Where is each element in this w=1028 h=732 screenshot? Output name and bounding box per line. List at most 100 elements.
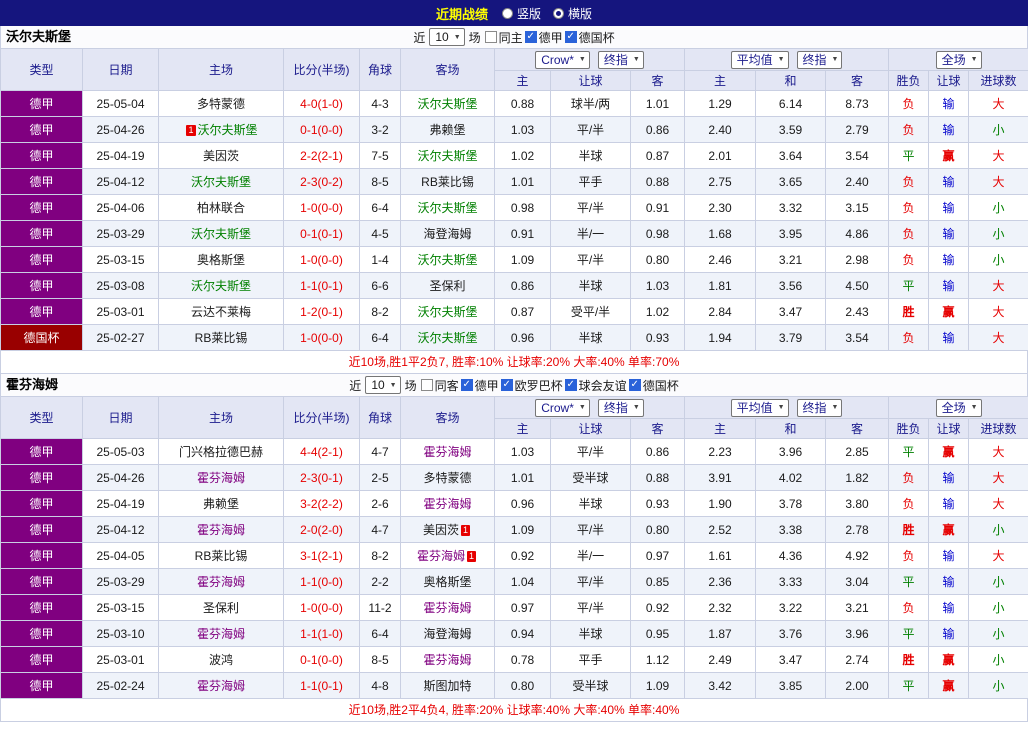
match-row: 德甲 25-04-26 霍芬海姆 2-3(0-1) 2-5 多特蒙德 1.01 受半球 0.88…	[0, 464, 1028, 491]
odds-stage-value: 终指	[603, 53, 628, 67]
team-name[interactable]: 沃尔夫斯堡	[417, 305, 477, 319]
handicap-result: 赢	[928, 438, 970, 465]
avg-select[interactable]: 平均值 ▼	[730, 398, 789, 417]
match-date: 25-03-29	[82, 568, 159, 595]
col-avg-draw: 和	[755, 70, 827, 91]
games-label: 场	[404, 378, 417, 393]
chevron-down-icon: ▼	[389, 381, 397, 389]
avg-value: 平均值	[736, 53, 773, 67]
odds-stage-select[interactable]: 终指 ▼	[597, 50, 644, 69]
team-name[interactable]: 斯图加特	[423, 679, 471, 693]
team-name[interactable]: 多特蒙德	[197, 97, 245, 111]
filter-checkbox[interactable]: 欧罗巴杯	[500, 377, 563, 394]
bookmaker-select[interactable]: Crow* ▼	[535, 398, 590, 417]
team-name[interactable]: 沃尔夫斯堡	[417, 331, 477, 345]
team-name[interactable]: 霍芬海姆	[197, 627, 245, 641]
checkbox-checked-icon[interactable]	[524, 31, 537, 43]
team-name[interactable]: 霍芬海姆	[197, 523, 245, 537]
team-name[interactable]: 霍芬海姆	[423, 445, 471, 459]
team-name[interactable]: 美因茨	[203, 149, 239, 163]
bookmaker-select[interactable]: Crow* ▼	[535, 50, 590, 69]
filter-checkbox[interactable]: 球会友谊	[564, 377, 627, 394]
version-radio-selected[interactable]: 横版	[553, 5, 592, 22]
team-name[interactable]: 霍芬海姆	[423, 497, 471, 511]
checkbox-checked-icon[interactable]	[564, 31, 577, 43]
match-row: 德甲 25-03-15 奥格斯堡 1-0(0-0) 1-4 沃尔夫斯堡 1.09 平/半 0.8…	[0, 246, 1028, 273]
team-name[interactable]: 沃尔夫斯堡	[417, 149, 477, 163]
filter-checkbox-label: 同客	[434, 378, 459, 393]
avg-away-odds: 3.21	[825, 594, 890, 621]
avg-select[interactable]: 平均值 ▼	[730, 50, 789, 69]
odds-away: 0.95	[629, 620, 686, 647]
avg-stage-select[interactable]: 终指 ▼	[796, 50, 843, 69]
odds-stage-select[interactable]: 终指 ▼	[597, 398, 644, 417]
avg-stage-select[interactable]: 终指 ▼	[796, 398, 843, 417]
team-name[interactable]: 奥格斯堡	[197, 253, 245, 267]
scope-select[interactable]: 全场 ▼	[935, 50, 982, 69]
checkbox-checked-icon[interactable]	[564, 379, 577, 391]
match-score: 2-0(2-0)	[283, 516, 360, 543]
team-name[interactable]: 圣保利	[203, 601, 239, 615]
team-name[interactable]: 霍芬海姆	[417, 549, 465, 563]
team-name[interactable]: 海登海姆	[423, 227, 471, 241]
filter-checkbox[interactable]: 同客	[420, 377, 459, 394]
corner-score: 8-5	[359, 646, 401, 673]
avg-home-odds: 1.29	[684, 90, 757, 117]
match-score: 2-3(0-2)	[283, 168, 360, 195]
team-name[interactable]: RB莱比锡	[195, 549, 248, 563]
team-name[interactable]: 霍芬海姆	[197, 679, 245, 693]
team-name[interactable]: 美因茨	[423, 523, 459, 537]
team-name[interactable]: 沃尔夫斯堡	[417, 201, 477, 215]
team-name[interactable]: 弗赖堡	[203, 497, 239, 511]
goals-result: 小	[968, 516, 1028, 543]
checkbox-checked-icon[interactable]	[628, 379, 641, 391]
handicap: 半球	[550, 490, 631, 517]
checkbox-checked-icon[interactable]	[500, 379, 513, 391]
team-name[interactable]: 沃尔夫斯堡	[191, 227, 251, 241]
team-name[interactable]: 柏林联合	[197, 201, 245, 215]
checkbox-unchecked-icon[interactable]	[420, 379, 433, 391]
match-count-value: 10	[435, 30, 449, 44]
team-name[interactable]: 沃尔夫斯堡	[198, 123, 258, 137]
checkbox-checked-icon[interactable]	[460, 379, 473, 391]
team-name[interactable]: 圣保利	[429, 279, 465, 293]
team-name[interactable]: 海登海姆	[423, 627, 471, 641]
team-name[interactable]: 霍芬海姆	[197, 471, 245, 485]
team-name[interactable]: 霍芬海姆	[197, 575, 245, 589]
filter-checkbox[interactable]: 德国杯	[628, 377, 679, 394]
team-name[interactable]: 多特蒙德	[423, 471, 471, 485]
handicap-result: 输	[928, 90, 970, 117]
filter-checkbox[interactable]: 德国杯	[564, 29, 615, 46]
chevron-down-icon: ▼	[578, 56, 586, 63]
team-name[interactable]: 弗赖堡	[429, 123, 465, 137]
team-name[interactable]: 霍芬海姆	[423, 601, 471, 615]
team-name[interactable]: RB莱比锡	[421, 175, 474, 189]
team-name[interactable]: 波鸿	[209, 653, 233, 667]
team-name[interactable]: RB莱比锡	[195, 331, 248, 345]
goals-result: 小	[968, 194, 1028, 221]
scope-select[interactable]: 全场 ▼	[935, 398, 982, 417]
team-name[interactable]: 沃尔夫斯堡	[417, 253, 477, 267]
team-name[interactable]: 奥格斯堡	[423, 575, 471, 589]
team-name[interactable]: 沃尔夫斯堡	[191, 175, 251, 189]
col-odds-away: 客	[629, 70, 686, 91]
filter-checkbox[interactable]: 德甲	[460, 377, 499, 394]
version-radio[interactable]: 竖版	[501, 5, 541, 22]
team-name[interactable]: 沃尔夫斯堡	[191, 279, 251, 293]
match-count-select[interactable]: 10 ▼	[365, 376, 401, 394]
avg-home-odds: 1.61	[684, 542, 757, 569]
team-name[interactable]: 云达不莱梅	[191, 305, 251, 319]
team-name[interactable]: 门兴格拉德巴赫	[179, 445, 263, 459]
radio-icon[interactable]	[553, 7, 564, 19]
match-count-select[interactable]: 10 ▼	[429, 28, 465, 46]
away-team: 美因茨 1	[400, 516, 495, 543]
team-name[interactable]: 沃尔夫斯堡	[417, 97, 477, 111]
team-name[interactable]: 霍芬海姆	[423, 653, 471, 667]
match-date: 25-05-04	[82, 90, 159, 117]
avg-home-odds: 2.46	[684, 246, 757, 273]
radio-icon[interactable]	[501, 7, 513, 19]
filter-checkbox[interactable]: 同主	[484, 29, 523, 46]
filter-checkbox[interactable]: 德甲	[524, 29, 563, 46]
checkbox-unchecked-icon[interactable]	[484, 31, 497, 43]
col-date: 日期	[82, 48, 159, 91]
